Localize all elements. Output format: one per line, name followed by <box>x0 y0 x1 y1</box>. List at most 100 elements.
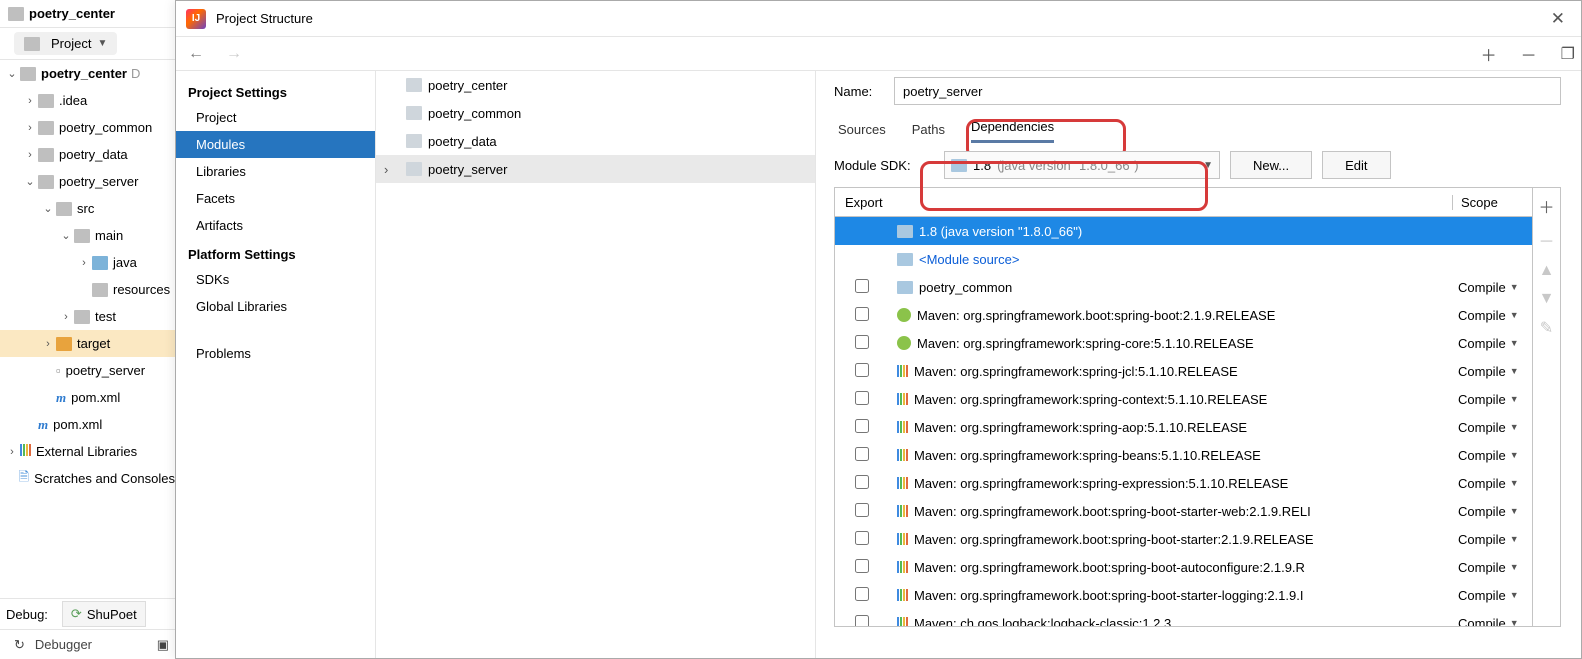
module-row[interactable]: poetry_common <box>376 99 815 127</box>
new-sdk-button[interactable]: New... <box>1230 151 1312 179</box>
tree-row[interactable]: ⌄poetry_center D <box>0 60 175 87</box>
tree-row[interactable]: ›java <box>0 249 175 276</box>
tree-row[interactable]: ⌄main <box>0 222 175 249</box>
remove-icon[interactable]: － <box>1517 38 1541 70</box>
rerun-icon[interactable]: ↻ <box>14 637 25 653</box>
tree-row[interactable]: ·mpom.xml <box>0 411 175 438</box>
close-icon[interactable]: ✕ <box>1545 7 1571 31</box>
category-item-problems[interactable]: Problems <box>176 340 375 367</box>
module-row[interactable]: poetry_server <box>376 155 815 183</box>
export-checkbox[interactable] <box>855 335 869 349</box>
tree-row[interactable]: ·▫poetry_server <box>0 357 175 384</box>
dependency-row[interactable]: Maven: org.springframework.boot:spring-b… <box>835 553 1532 581</box>
debug-run-config[interactable]: ⟳ ShuPoet <box>62 601 146 627</box>
chevron-down-icon[interactable]: ▼ <box>1510 534 1519 544</box>
tab-sources[interactable]: Sources <box>838 116 886 143</box>
category-item-global-libraries[interactable]: Global Libraries <box>176 293 375 320</box>
tree-row[interactable]: ⌄poetry_server <box>0 168 175 195</box>
export-checkbox[interactable] <box>855 419 869 433</box>
chevron-down-icon[interactable]: ▼ <box>1510 450 1519 460</box>
project-tree[interactable]: ⌄poetry_center D›.idea›poetry_common›poe… <box>0 60 175 659</box>
dependency-row[interactable]: poetry_commonCompile▼ <box>835 273 1532 301</box>
dependency-row[interactable]: Maven: org.springframework.boot:spring-b… <box>835 301 1532 329</box>
more-icon[interactable]: ▣ <box>157 637 169 653</box>
expand-icon[interactable]: › <box>22 122 38 134</box>
dependency-row[interactable]: Maven: org.springframework:spring-contex… <box>835 385 1532 413</box>
chevron-down-icon[interactable]: ▼ <box>1510 338 1519 348</box>
export-checkbox[interactable] <box>855 559 869 573</box>
export-checkbox[interactable] <box>855 587 869 601</box>
expand-icon[interactable]: › <box>58 311 74 323</box>
module-list[interactable]: poetry_centerpoetry_commonpoetry_datapoe… <box>376 71 816 658</box>
tab-dependencies[interactable]: Dependencies <box>971 113 1054 143</box>
edit-sdk-button[interactable]: Edit <box>1322 151 1390 179</box>
tree-row[interactable]: ·🗎Scratches and Consoles <box>0 465 175 492</box>
breadcrumb-title[interactable]: poetry_center <box>29 6 115 21</box>
category-item-sdks[interactable]: SDKs <box>176 266 375 293</box>
export-checkbox[interactable] <box>855 503 869 517</box>
category-item-artifacts[interactable]: Artifacts <box>176 212 375 239</box>
expand-icon[interactable]: ⌄ <box>22 175 38 188</box>
expand-icon[interactable]: › <box>22 149 38 161</box>
export-checkbox[interactable] <box>855 391 869 405</box>
module-name-input[interactable] <box>894 77 1561 105</box>
export-checkbox[interactable] <box>855 531 869 545</box>
export-checkbox[interactable] <box>855 475 869 489</box>
chevron-down-icon[interactable]: ▼ <box>1510 618 1519 626</box>
expand-icon[interactable]: › <box>76 257 92 269</box>
export-checkbox[interactable] <box>855 447 869 461</box>
export-checkbox[interactable] <box>855 279 869 293</box>
dependency-row[interactable]: Maven: org.springframework:spring-core:5… <box>835 329 1532 357</box>
dependency-row[interactable]: Maven: ch.qos.logback:logback-classic:1.… <box>835 609 1532 626</box>
category-item-libraries[interactable]: Libraries <box>176 158 375 185</box>
chevron-down-icon[interactable]: ▼ <box>1510 282 1519 292</box>
module-row[interactable]: poetry_center <box>376 71 815 99</box>
chevron-down-icon[interactable]: ▼ <box>1510 506 1519 516</box>
dependency-row[interactable]: Maven: org.springframework:spring-aop:5.… <box>835 413 1532 441</box>
chevron-down-icon[interactable]: ▼ <box>1510 478 1519 488</box>
nav-back-icon[interactable]: ← <box>184 41 208 67</box>
dependency-row[interactable]: Maven: org.springframework:spring-beans:… <box>835 441 1532 469</box>
dependency-row[interactable]: Maven: org.springframework.boot:spring-b… <box>835 581 1532 609</box>
dependency-row[interactable]: 1.8 (java version "1.8.0_66") <box>835 217 1532 245</box>
dependency-row[interactable]: Maven: org.springframework.boot:spring-b… <box>835 525 1532 553</box>
tree-row[interactable]: ⌄src <box>0 195 175 222</box>
tree-row[interactable]: ›poetry_common <box>0 114 175 141</box>
category-item-project[interactable]: Project <box>176 104 375 131</box>
tree-row[interactable]: ·resources <box>0 276 175 303</box>
export-checkbox[interactable] <box>855 307 869 321</box>
tree-row[interactable]: ›test <box>0 303 175 330</box>
chevron-down-icon[interactable]: ▼ <box>1510 394 1519 404</box>
debugger-tab[interactable]: Debugger <box>35 637 92 652</box>
expand-icon[interactable]: › <box>4 446 20 458</box>
dependencies-table[interactable]: Export Scope 1.8 (java version "1.8.0_66… <box>835 188 1532 626</box>
tree-row[interactable]: ›External Libraries <box>0 438 175 465</box>
export-checkbox[interactable] <box>855 615 869 626</box>
export-checkbox[interactable] <box>855 363 869 377</box>
module-sdk-dropdown[interactable]: 1.8 (java version "1.8.0_66") ▼ <box>944 151 1220 179</box>
expand-icon[interactable]: ⌄ <box>40 202 56 215</box>
expand-icon[interactable]: ⌄ <box>58 229 74 242</box>
add-dependency-icon[interactable]: ＋ <box>1538 194 1554 218</box>
dependency-row[interactable]: <Module source> <box>835 245 1532 273</box>
expand-icon[interactable]: › <box>22 95 38 107</box>
dependency-row[interactable]: Maven: org.springframework.boot:spring-b… <box>835 497 1532 525</box>
chevron-down-icon[interactable]: ▼ <box>1510 562 1519 572</box>
tree-row[interactable]: ·mpom.xml <box>0 384 175 411</box>
tree-row[interactable]: ›target <box>0 330 175 357</box>
chevron-down-icon[interactable]: ▼ <box>1510 422 1519 432</box>
chevron-down-icon[interactable]: ▼ <box>1510 590 1519 600</box>
chevron-down-icon[interactable]: ▼ <box>1510 310 1519 320</box>
tab-paths[interactable]: Paths <box>912 116 945 143</box>
tree-row[interactable]: ›poetry_data <box>0 141 175 168</box>
copy-icon[interactable]: ❐ <box>1557 40 1579 68</box>
chevron-down-icon[interactable]: ▼ <box>1510 366 1519 376</box>
category-item-facets[interactable]: Facets <box>176 185 375 212</box>
category-item-modules[interactable]: Modules <box>176 131 375 158</box>
dependency-row[interactable]: Maven: org.springframework:spring-jcl:5.… <box>835 357 1532 385</box>
module-row[interactable]: poetry_data <box>376 127 815 155</box>
expand-icon[interactable]: › <box>40 338 56 350</box>
project-view-dropdown[interactable]: Project ▼ <box>14 32 117 55</box>
add-icon[interactable]: ＋ <box>1477 38 1501 70</box>
dependency-row[interactable]: Maven: org.springframework:spring-expres… <box>835 469 1532 497</box>
